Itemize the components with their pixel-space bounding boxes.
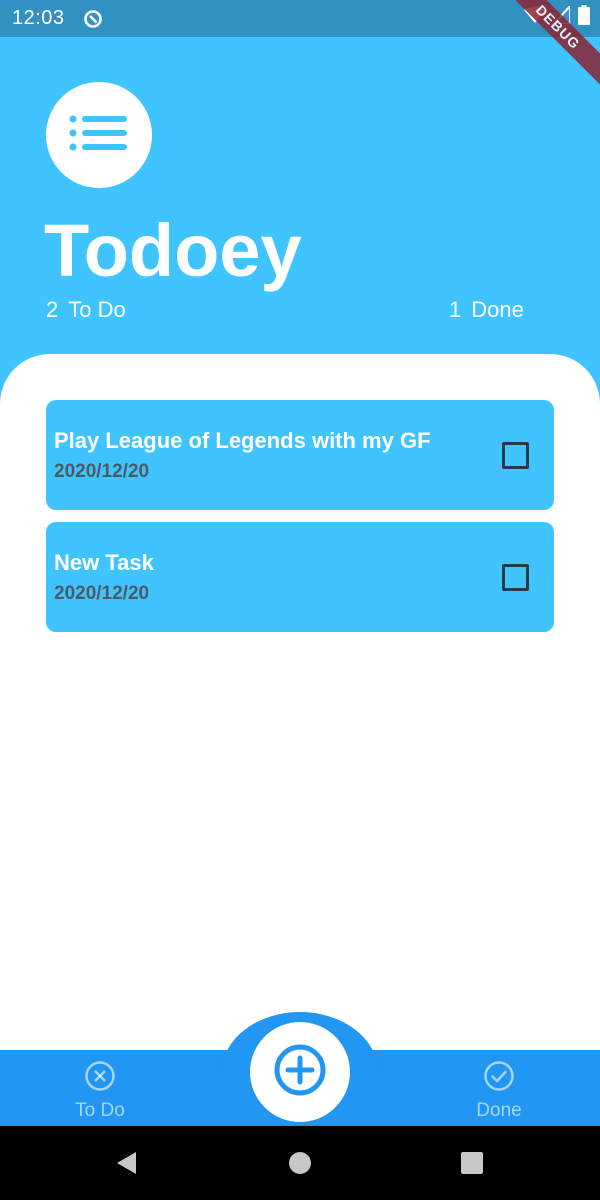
home-icon[interactable] bbox=[285, 1148, 315, 1178]
task-checkbox[interactable] bbox=[502, 564, 529, 591]
done-count-summary: 1 Done bbox=[449, 296, 524, 324]
battery-icon bbox=[578, 5, 590, 31]
close-circle-icon bbox=[84, 1060, 116, 1097]
todo-count: 2 bbox=[46, 297, 59, 322]
recents-icon[interactable] bbox=[457, 1148, 487, 1178]
todo-count-label: To Do bbox=[68, 297, 126, 322]
task-list: Play League of Legends with my GF 2020/1… bbox=[46, 400, 554, 644]
status-time: 12:03 bbox=[12, 7, 65, 29]
task-card[interactable]: Play League of Legends with my GF 2020/1… bbox=[46, 400, 554, 510]
add-task-button[interactable] bbox=[250, 1022, 350, 1122]
add-circle-icon bbox=[273, 1043, 327, 1102]
app-logo bbox=[46, 82, 152, 188]
task-title: New Task bbox=[54, 550, 154, 575]
sync-icon bbox=[83, 9, 103, 29]
task-title: Play League of Legends with my GF bbox=[54, 428, 431, 453]
status-bar: 12:03 bbox=[0, 0, 600, 37]
done-count-label: Done bbox=[471, 297, 524, 322]
nav-tab-todo[interactable]: To Do bbox=[45, 1060, 155, 1121]
system-nav-bar bbox=[0, 1126, 600, 1200]
check-circle-icon bbox=[483, 1060, 515, 1097]
task-date: 2020/12/20 bbox=[54, 583, 150, 604]
nav-tab-done-label: Done bbox=[476, 1100, 522, 1121]
task-card[interactable]: New Task 2020/12/20 bbox=[46, 522, 554, 632]
back-icon[interactable] bbox=[112, 1148, 142, 1178]
task-checkbox[interactable] bbox=[502, 442, 529, 469]
page-title: Todoey bbox=[44, 209, 302, 292]
nav-tab-todo-label: To Do bbox=[75, 1100, 125, 1121]
todo-count-summary: 2 To Do bbox=[46, 296, 126, 324]
list-icon bbox=[69, 113, 129, 158]
nav-tab-done[interactable]: Done bbox=[444, 1060, 554, 1121]
done-count: 1 bbox=[449, 297, 462, 322]
task-date: 2020/12/20 bbox=[54, 461, 150, 482]
